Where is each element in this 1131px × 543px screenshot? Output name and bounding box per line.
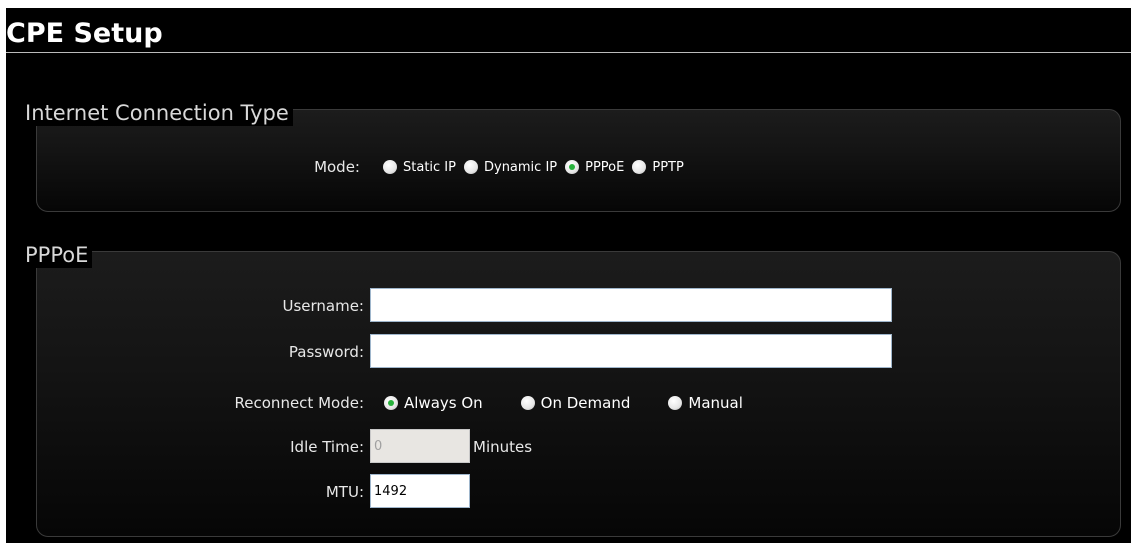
radio-dynamic-ip[interactable] (463, 160, 478, 174)
idle-time-label: Idle Time: (290, 438, 364, 456)
mode-option-dynamic-ip[interactable]: Dynamic IP (463, 159, 558, 175)
mtu-input[interactable] (370, 474, 470, 508)
reconnect-mode-label: Reconnect Mode: (234, 394, 364, 412)
reconnect-option-label: Manual (688, 394, 743, 412)
reconnect-option-label: On Demand (540, 394, 631, 412)
username-label: Username: (282, 297, 364, 315)
reconnect-option-manual[interactable]: Manual (668, 394, 743, 412)
mtu-label: MTU: (325, 483, 364, 501)
mode-radio-group: Static IP Dynamic IP PPPoE PPTP (383, 157, 692, 177)
password-label: Password: (288, 343, 364, 361)
mode-option-label: PPTP (652, 159, 684, 175)
title-divider (6, 52, 1131, 53)
radio-on-demand[interactable] (520, 396, 535, 410)
mode-option-label: PPPoE (585, 159, 625, 175)
connection-type-legend: Internet Connection Type (21, 100, 293, 126)
idle-time-unit: Minutes (473, 438, 533, 456)
page-canvas: CPE Setup Internet Connection Type Mode:… (6, 8, 1131, 543)
mode-option-label: Dynamic IP (483, 159, 558, 175)
radio-always-on[interactable] (384, 396, 398, 410)
pppoe-legend: PPPoE (21, 242, 93, 268)
mode-option-label: Static IP (403, 159, 456, 175)
radio-static-ip[interactable] (383, 160, 397, 174)
mode-label: Mode: (314, 158, 360, 176)
page-title: CPE Setup (6, 18, 163, 49)
radio-pptp[interactable] (632, 160, 647, 174)
username-input[interactable] (370, 288, 892, 322)
mode-option-pptp[interactable]: PPTP (632, 159, 684, 175)
radio-manual[interactable] (668, 396, 683, 410)
mode-option-pppoe[interactable]: PPPoE (565, 160, 624, 175)
password-input[interactable] (370, 334, 892, 368)
reconnect-option-on-demand[interactable]: On Demand (520, 394, 631, 412)
mode-option-static-ip[interactable]: Static IP (383, 160, 456, 175)
idle-time-input[interactable] (370, 429, 470, 463)
radio-pppoe[interactable] (565, 160, 580, 174)
reconnect-radio-group: Always On On Demand Manual (384, 392, 751, 414)
reconnect-option-label: Always On (404, 394, 483, 412)
reconnect-option-always-on[interactable]: Always On (384, 394, 483, 412)
